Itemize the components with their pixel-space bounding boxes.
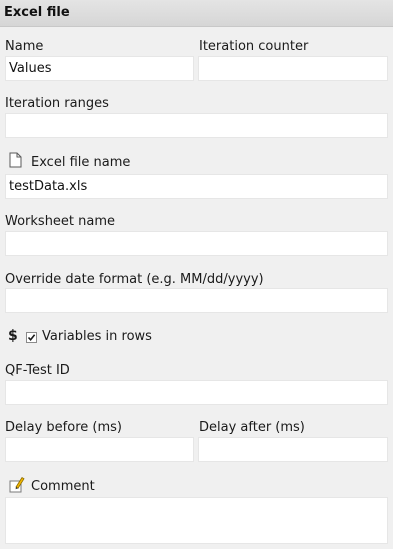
qftest-id-label: QF-Test ID [5, 363, 70, 378]
iteration-ranges-field[interactable] [5, 113, 388, 138]
name-field[interactable]: Values [5, 56, 194, 81]
excel-file-name-field[interactable]: testData.xls [5, 174, 388, 199]
iteration-ranges-label: Iteration ranges [5, 96, 109, 111]
variables-in-rows-checkbox[interactable] [26, 332, 37, 343]
excel-file-name-label: Excel file name [31, 155, 131, 170]
delay-before-field[interactable] [5, 437, 194, 462]
override-date-format-label: Override date format (e.g. MM/dd/yyyy) [5, 272, 264, 287]
checkmark-icon [27, 334, 36, 342]
override-date-format-field[interactable] [5, 288, 388, 313]
pencil-icon [9, 476, 25, 497]
delay-before-label: Delay before (ms) [5, 420, 122, 435]
delay-after-label: Delay after (ms) [199, 420, 305, 435]
qftest-id-field[interactable] [5, 380, 388, 405]
iteration-counter-field[interactable] [198, 56, 388, 81]
panel-title: Excel file [4, 5, 70, 20]
comment-label: Comment [31, 479, 95, 494]
iteration-counter-label: Iteration counter [199, 39, 309, 54]
name-label: Name [5, 39, 44, 54]
variables-in-rows-label: Variables in rows [42, 329, 152, 344]
dollar-icon: $ [8, 328, 18, 344]
worksheet-name-label: Worksheet name [5, 214, 116, 229]
worksheet-name-field[interactable] [5, 231, 388, 256]
comment-field[interactable] [5, 497, 388, 544]
delay-after-field[interactable] [198, 437, 388, 462]
file-icon [9, 152, 22, 172]
panel-header: Excel file [0, 0, 393, 27]
